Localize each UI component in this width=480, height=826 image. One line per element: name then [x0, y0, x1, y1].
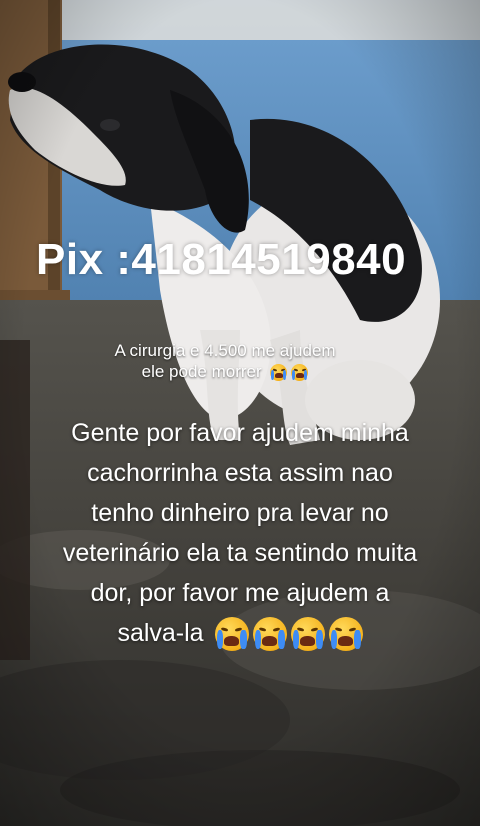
pix-key-text: Pix :41814519840 [36, 235, 407, 284]
plea-line: veterinário ela ta sentindo muita [62, 539, 418, 567]
plea-emoji-row [214, 617, 363, 652]
plea-line: salva-la [117, 619, 204, 647]
plea-line: cachorrinha esta assim nao [87, 459, 393, 487]
plea-last-line: salva-la [0, 613, 480, 653]
plea-line: tenho dinheiro pra levar no [91, 499, 389, 527]
loudly-crying-face-icon [252, 617, 287, 652]
loudly-crying-face-icon [270, 364, 288, 382]
surgery-emoji-row [270, 364, 309, 382]
plea-line: dor, por favor me ajudem a [90, 579, 390, 607]
loudly-crying-face-icon [291, 364, 309, 382]
loudly-crying-face-icon [214, 617, 249, 652]
loudly-crying-face-icon [328, 617, 363, 652]
surgery-caption: A cirurgia e 4.500 me ajudem ele pode mo… [110, 340, 340, 382]
plea-line: Gente por favor ajudem minha [71, 419, 409, 447]
donation-plea-caption: Gente por favor ajudem minha cachorrinha… [0, 413, 480, 653]
loudly-crying-face-icon [290, 617, 325, 652]
